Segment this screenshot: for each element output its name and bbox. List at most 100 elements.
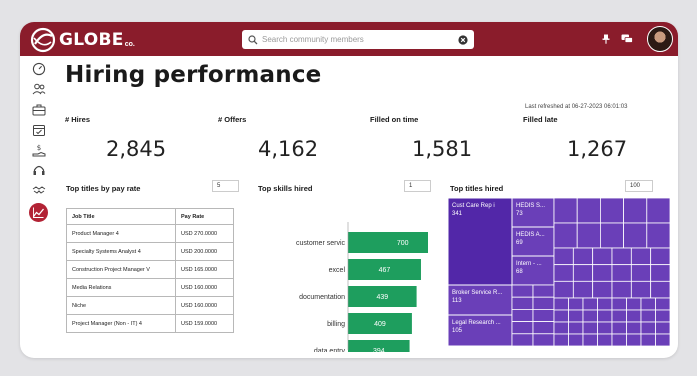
- treemap-cell[interactable]: [626, 297, 642, 311]
- treemap-cell[interactable]: [553, 333, 569, 346]
- treemap-cell[interactable]: [553, 280, 574, 299]
- treemap-cell[interactable]: [511, 284, 534, 298]
- treemap-cell[interactable]: [592, 264, 613, 282]
- treemap-cell[interactable]: [655, 333, 671, 346]
- treemap-cell[interactable]: [599, 198, 624, 224]
- treemap-cell[interactable]: [553, 247, 574, 266]
- treemap-cell[interactable]: [650, 280, 670, 299]
- treemap-cell[interactable]: [532, 309, 555, 323]
- treemap-cell[interactable]: [597, 297, 613, 311]
- treemap-cell[interactable]: [532, 321, 555, 335]
- treemap-cell[interactable]: [568, 333, 584, 346]
- search-input[interactable]: [262, 35, 458, 44]
- treemap-cell[interactable]: [582, 333, 598, 346]
- treemap-cell[interactable]: [568, 297, 584, 311]
- treemap-cell[interactable]: [572, 247, 594, 266]
- avatar[interactable]: [647, 26, 673, 52]
- treemap-cell[interactable]: [553, 321, 569, 335]
- chat-icon[interactable]: [621, 34, 633, 44]
- treemap-cell[interactable]: [626, 333, 642, 346]
- treemap-cell[interactable]: [630, 247, 652, 266]
- treemap-cell[interactable]: [640, 333, 656, 346]
- treemap-cell[interactable]: [611, 333, 627, 346]
- people-icon[interactable]: [32, 82, 46, 96]
- table-row[interactable]: Specialty Systems Analyst 4 USD 200.0000: [66, 242, 234, 261]
- treemap-cell[interactable]: [640, 321, 656, 335]
- treemap-cell[interactable]: [553, 222, 578, 249]
- treemap-cell[interactable]: [630, 280, 652, 299]
- pay-rate-cell: USD 160.0000: [175, 296, 234, 315]
- treemap-cell[interactable]: [597, 321, 613, 335]
- treemap-cell[interactable]: [646, 198, 670, 224]
- treemap-cell[interactable]: [597, 333, 613, 346]
- clear-search-icon[interactable]: [458, 34, 468, 45]
- treemap-cell[interactable]: [532, 296, 555, 310]
- treemap-cell[interactable]: [532, 333, 555, 346]
- treemap-cell[interactable]: [592, 280, 613, 299]
- treemap-cell[interactable]: [655, 321, 671, 335]
- treemap-cell[interactable]: [626, 309, 642, 323]
- skill-bar[interactable]: [348, 232, 428, 253]
- treemap-cell[interactable]: [511, 321, 534, 335]
- treemap-cell[interactable]: [611, 247, 632, 266]
- treemap-cell[interactable]: [582, 309, 598, 323]
- treemap-cell[interactable]: [640, 297, 656, 311]
- pin-icon[interactable]: [601, 34, 611, 44]
- treemap-cell[interactable]: [511, 309, 534, 323]
- table-row[interactable]: Construction Project Manager V USD 165.00…: [66, 260, 234, 279]
- treemap-cell[interactable]: [650, 247, 670, 266]
- dashboard-icon[interactable]: [32, 62, 46, 76]
- treemap-cell[interactable]: [553, 198, 578, 224]
- treemap-cell[interactable]: [650, 264, 670, 282]
- table-row[interactable]: Product Manager 4 USD 270.0000: [66, 224, 234, 243]
- brand-logo[interactable]: GLOBE co.: [30, 27, 135, 53]
- table-row[interactable]: Project Manager (Non - IT) 4 USD 159.0000: [66, 314, 234, 333]
- treemap-cell[interactable]: [576, 198, 601, 224]
- nav-item-active[interactable]: [29, 203, 48, 222]
- treemap-cell[interactable]: [611, 264, 632, 282]
- treemap-cell[interactable]: [568, 321, 584, 335]
- table-row[interactable]: Media Relations USD 160.0000: [66, 278, 234, 297]
- treemap-cell[interactable]: [572, 280, 594, 299]
- treemap-cell[interactable]: [568, 309, 584, 323]
- treemap-cell[interactable]: [582, 321, 598, 335]
- column-header-pay-rate[interactable]: Pay Rate: [175, 208, 234, 225]
- treemap-cell[interactable]: [597, 309, 613, 323]
- briefcase-icon[interactable]: [32, 103, 46, 117]
- treemap-cell[interactable]: [553, 309, 569, 323]
- treemap-cell[interactable]: [572, 264, 594, 282]
- treemap-cell[interactable]: [623, 222, 648, 249]
- column-header-job-title[interactable]: Job Title: [66, 208, 176, 225]
- calendar-icon[interactable]: [32, 123, 46, 137]
- treemap-cell[interactable]: [611, 309, 627, 323]
- treemap-cell[interactable]: [655, 297, 671, 311]
- pay-table-count-input[interactable]: 5: [212, 180, 239, 192]
- treemap-cell[interactable]: [611, 321, 627, 335]
- treemap-cell[interactable]: [553, 264, 574, 282]
- treemap-cell[interactable]: [626, 321, 642, 335]
- treemap-cell[interactable]: [623, 198, 648, 224]
- treemap-cell[interactable]: [592, 247, 613, 266]
- titles-count-input[interactable]: 100: [625, 180, 653, 192]
- treemap-cell[interactable]: [576, 222, 601, 249]
- treemap-cell[interactable]: [553, 297, 569, 311]
- skills-count-input[interactable]: 1: [404, 180, 431, 192]
- treemap-cell[interactable]: [655, 309, 671, 323]
- treemap-cell[interactable]: [582, 297, 598, 311]
- treemap-cell[interactable]: [630, 264, 652, 282]
- handshake-icon[interactable]: [32, 183, 46, 197]
- headset-icon[interactable]: [32, 163, 46, 177]
- treemap-cell[interactable]: [640, 309, 656, 323]
- table-row[interactable]: Niche USD 160.0000: [66, 296, 234, 315]
- treemap-cell[interactable]: [532, 284, 555, 298]
- skill-value-label: 409: [374, 321, 386, 328]
- treemap-cell[interactable]: [611, 297, 627, 311]
- treemap-cell[interactable]: [511, 333, 534, 346]
- job-title-cell: Construction Project Manager V: [66, 260, 176, 279]
- treemap-cell[interactable]: [611, 280, 632, 299]
- treemap-cell[interactable]: [511, 296, 534, 310]
- money-hand-icon[interactable]: $: [32, 143, 46, 157]
- treemap-cell[interactable]: [646, 222, 670, 249]
- search-bar[interactable]: [242, 30, 474, 49]
- treemap-cell[interactable]: [599, 222, 624, 249]
